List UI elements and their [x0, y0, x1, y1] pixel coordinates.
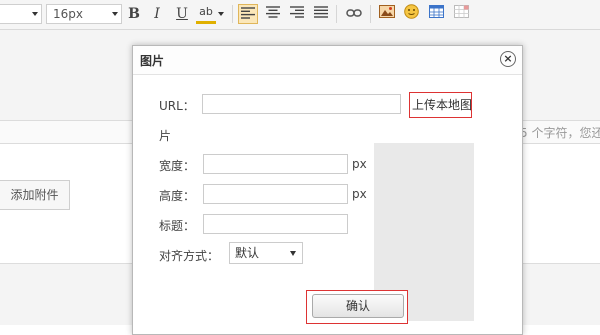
emoji-icon: [403, 4, 419, 19]
toolbar-divider: [370, 5, 371, 23]
toolbar-divider: [232, 5, 233, 23]
table-button[interactable]: [426, 4, 446, 24]
upload-label: 上传本地图: [412, 98, 473, 112]
link-icon: [346, 9, 362, 17]
font-size-value: 16px: [53, 7, 83, 21]
editor-toolbar: 16px B I U ab: [0, 0, 600, 30]
align-justify-button[interactable]: [311, 4, 331, 24]
image-icon: [379, 5, 395, 18]
grid-button[interactable]: [451, 4, 471, 24]
char-count-text: 5 个字符，您还: [520, 126, 600, 140]
bold-button[interactable]: B: [124, 4, 144, 24]
title-label: 标题：: [159, 219, 196, 233]
align-select[interactable]: 默认: [229, 242, 303, 264]
italic-button[interactable]: I: [147, 4, 167, 24]
align-justify-icon: [314, 6, 328, 18]
align-right-button[interactable]: [287, 4, 307, 24]
underline-button[interactable]: U: [172, 4, 192, 24]
height-unit: px: [352, 187, 367, 201]
font-size-select[interactable]: 16px: [46, 4, 122, 24]
width-input[interactable]: [203, 154, 348, 174]
close-icon[interactable]: ×: [500, 51, 516, 67]
align-left-button[interactable]: [238, 4, 258, 24]
chevron-down-icon: [112, 12, 118, 16]
confirm-button[interactable]: 确认: [312, 294, 404, 318]
chevron-down-icon: [218, 12, 224, 16]
align-center-icon: [266, 6, 280, 18]
height-input[interactable]: [203, 184, 348, 204]
upload-label-wrap: 片: [159, 129, 172, 143]
dialog-title: 图片: [140, 54, 165, 68]
align-label: 对齐方式：: [159, 249, 220, 263]
emoji-button[interactable]: [401, 4, 421, 24]
chevron-down-icon: [290, 251, 296, 256]
highlight-color-button[interactable]: ab: [196, 4, 216, 24]
link-button[interactable]: [344, 4, 364, 24]
grid-icon: [453, 5, 469, 18]
align-left-icon: [241, 7, 255, 19]
align-select-value: 默认: [235, 246, 260, 260]
add-attachment-button[interactable]: 添加附件: [0, 180, 70, 210]
height-label: 高度：: [159, 189, 196, 203]
title-input[interactable]: [203, 214, 348, 234]
table-icon: [428, 5, 444, 18]
toolbar-divider: [336, 5, 337, 23]
width-unit: px: [352, 157, 367, 171]
upload-local-image-link[interactable]: 上传本地图: [409, 92, 472, 118]
align-right-icon: [290, 6, 304, 18]
highlight-dropdown[interactable]: [216, 4, 226, 24]
dialog-header: 图片 ×: [133, 46, 522, 75]
font-family-select[interactable]: [0, 4, 42, 24]
width-label: 宽度：: [159, 159, 196, 173]
url-label: URL：: [159, 99, 195, 113]
url-input[interactable]: [202, 94, 401, 114]
image-button[interactable]: [377, 4, 397, 24]
image-dialog: 图片 × URL： 上传本地图 片 宽度： px 高度： px 标题： 对齐方式…: [132, 45, 523, 335]
confirm-button-outline: 确认: [306, 290, 408, 324]
chevron-down-icon: [32, 12, 38, 16]
align-center-button[interactable]: [263, 4, 283, 24]
